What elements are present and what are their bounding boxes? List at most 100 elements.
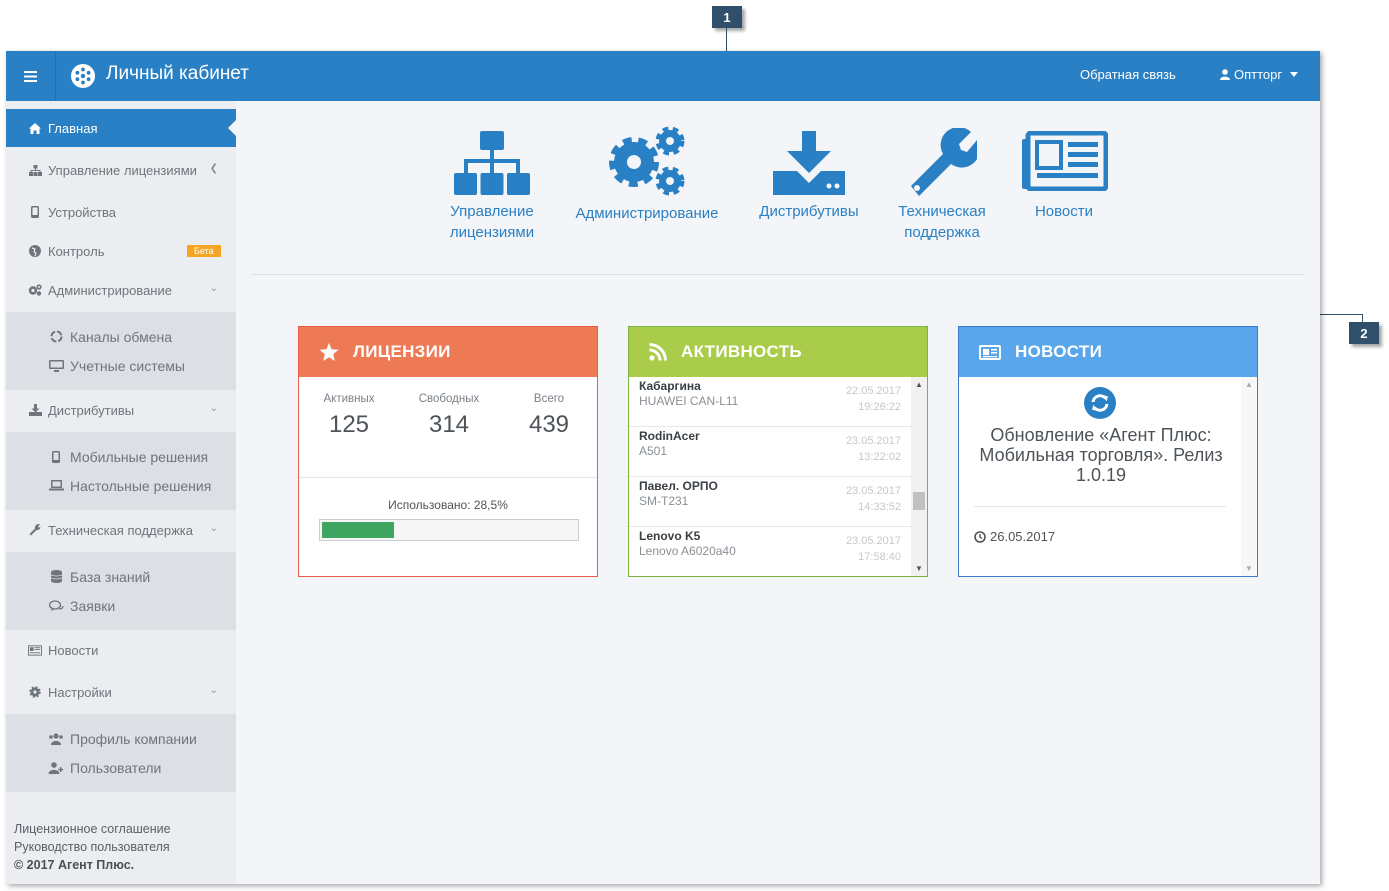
activity-panel-header[interactable]: АКТИВНОСТЬ: [629, 327, 927, 377]
licenses-title: ЛИЦЕНЗИИ: [353, 342, 451, 361]
sidebar-item-label: Устройства: [48, 204, 117, 220]
copyright: © 2017 Агент Плюс.: [14, 858, 135, 872]
usage-progress-bar: [319, 519, 579, 541]
tile-distributions[interactable]: Дистрибутивы: [751, 131, 867, 222]
news-panel-header[interactable]: НОВОСТИ: [959, 327, 1257, 377]
sidebar-item-admin[interactable]: Администрирование ⌄: [6, 271, 236, 309]
refresh-icon[interactable]: [1084, 387, 1116, 419]
scroll-up-icon[interactable]: ▲: [1245, 380, 1253, 389]
stat-free-value: 314: [428, 411, 470, 438]
app-window: Личный кабинет Обратная связь Оптторг Гл…: [6, 51, 1320, 884]
submenu-item-knowledge-base[interactable]: База знаний: [6, 562, 236, 591]
sidebar-item-news[interactable]: Новости: [6, 631, 236, 669]
list-item[interactable]: Lenovo K5 Lenovo A6020a40 23.05.2017 17:…: [629, 527, 911, 576]
submenu-item-label: Мобильные решения: [70, 448, 209, 465]
globe-icon: [29, 245, 41, 257]
sidebar-item-home[interactable]: Главная: [6, 109, 236, 147]
activity-scrollbar[interactable]: ▲ ▼: [911, 377, 927, 576]
scroll-down-icon[interactable]: ▼: [1245, 564, 1253, 573]
submenu-item-accounting-systems[interactable]: Учетные системы: [6, 351, 236, 380]
tile-license-management[interactable]: Управление лицензиями: [437, 131, 547, 243]
licenses-panel-header[interactable]: ЛИЦЕНЗИИ: [299, 327, 597, 377]
stat-free: Свободных 314: [399, 393, 499, 439]
monitor-icon: [48, 359, 64, 372]
mobile-icon: [31, 206, 39, 218]
newspaper-icon: [979, 344, 1001, 360]
stat-active-value: 125: [328, 411, 370, 438]
scroll-up-icon[interactable]: ▲: [915, 380, 923, 389]
feedback-link[interactable]: Обратная связь: [1080, 67, 1176, 82]
news-date: 26.05.2017: [974, 529, 1055, 544]
activity-list[interactable]: Кабаргина HUAWEI CAN-L11 22.05.2017 19:2…: [629, 377, 911, 576]
submenu-item-users[interactable]: Пользователи: [6, 753, 236, 782]
news-date-value: 26.05.2017: [990, 529, 1056, 544]
submenu-item-label: Заявки: [70, 597, 116, 614]
stat-total-label: Всего: [533, 393, 565, 405]
rss-icon: [649, 343, 667, 361]
tile-administration[interactable]: Администрирование: [566, 126, 728, 224]
download-icon: [28, 404, 42, 416]
activity-date: 23.05.2017: [845, 435, 901, 447]
news-panel: НОВОСТИ Обновление «Агент Плюс: Мобильна…: [958, 326, 1258, 577]
submenu-item-requests[interactable]: Заявки: [6, 591, 236, 620]
comments-icon: [48, 599, 64, 611]
activity-panel: АКТИВНОСТЬ Кабаргина HUAWEI CAN-L11 22.0…: [628, 326, 928, 577]
licenses-divider: [299, 477, 597, 478]
news-scrollbar[interactable]: ▲ ▼: [1241, 377, 1257, 576]
tile-tech-support[interactable]: Техническая поддержка: [887, 128, 997, 243]
submenu-item-label: База знаний: [70, 568, 151, 585]
stat-total: Всего 439: [499, 393, 599, 439]
scroll-down-icon[interactable]: ▼: [915, 564, 923, 573]
list-item[interactable]: Кабаргина HUAWEI CAN-L11 22.05.2017 19:2…: [629, 377, 911, 427]
tile-news[interactable]: Новости: [1014, 131, 1114, 222]
wrench-icon: [911, 128, 977, 196]
sidebar-item-devices[interactable]: Устройства: [6, 193, 236, 231]
user-guide-link[interactable]: Руководство пользователя: [14, 840, 170, 854]
menu-toggle-button[interactable]: [6, 51, 56, 101]
list-item[interactable]: RodinAcer A501 23.05.2017 13:22:02: [629, 427, 911, 477]
usage-progress-fill: [322, 522, 394, 538]
gears-icon: [28, 284, 42, 296]
submenu-item-label: Пользователи: [70, 759, 162, 776]
submenu-item-exchange-channels[interactable]: Каналы обмена: [6, 322, 236, 351]
news-headline[interactable]: Обновление «Агент Плюс: Мобильная торгов…: [971, 425, 1231, 485]
license-agreement-link[interactable]: Лицензионное соглашение: [14, 822, 171, 836]
mobile-icon: [52, 450, 60, 463]
submenu-item-desktop-solutions[interactable]: Настольные решения: [6, 471, 236, 500]
sidebar-item-label: Дистрибутивы: [48, 402, 135, 418]
user-menu[interactable]: Оптторг: [1220, 67, 1299, 82]
divider: [251, 274, 1305, 275]
activity-date: 23.05.2017: [845, 535, 901, 547]
caret-down-icon: [1290, 72, 1299, 77]
callout-1: 1: [712, 6, 742, 28]
sidebar-item-distributions[interactable]: Дистрибутивы ⌄: [6, 391, 236, 429]
logo-icon: [71, 64, 95, 88]
list-item[interactable]: Павел. ОРПО SM-T231 23.05.2017 14:33:52: [629, 477, 911, 527]
home-icon: [29, 122, 41, 134]
sidebar-item-control[interactable]: Контроль Бета: [6, 232, 236, 270]
user-icon: [1220, 69, 1230, 80]
submenu-item-company-profile[interactable]: Профиль компании: [6, 724, 236, 753]
sidebar-item-settings[interactable]: Настройки ⌄: [6, 673, 236, 711]
submenu-item-label: Каналы обмена: [70, 328, 173, 345]
gears-icon: [609, 126, 685, 196]
tile-label-line1: Дистрибутивы: [759, 203, 859, 220]
scroll-thumb[interactable]: [913, 492, 925, 510]
laptop-icon: [48, 480, 64, 491]
activity-title: АКТИВНОСТЬ: [681, 342, 802, 361]
sidebar-item-support[interactable]: Техническая поддержка ⌄: [6, 511, 236, 549]
tile-label-line1: Управление: [450, 203, 534, 220]
download-icon: [773, 131, 845, 195]
sidebar-item-label: Администрирование: [48, 282, 172, 298]
newspaper-icon: [28, 644, 42, 656]
submenu-item-mobile-solutions[interactable]: Мобильные решения: [6, 442, 236, 471]
sidebar-item-licenses[interactable]: Управление лицензиями ❮: [6, 151, 236, 189]
sidebar-item-label: Новости: [48, 642, 99, 658]
chevron-down-icon: ⌄: [209, 403, 218, 414]
chevron-down-icon: ⌄: [209, 523, 218, 534]
tile-label-line1: Техническая: [898, 203, 986, 220]
support-submenu: База знаний Заявки: [6, 552, 236, 630]
sidebar-item-label: Настройки: [48, 684, 112, 700]
tile-label-line2: лицензиями: [449, 224, 535, 241]
database-icon: [50, 570, 62, 583]
